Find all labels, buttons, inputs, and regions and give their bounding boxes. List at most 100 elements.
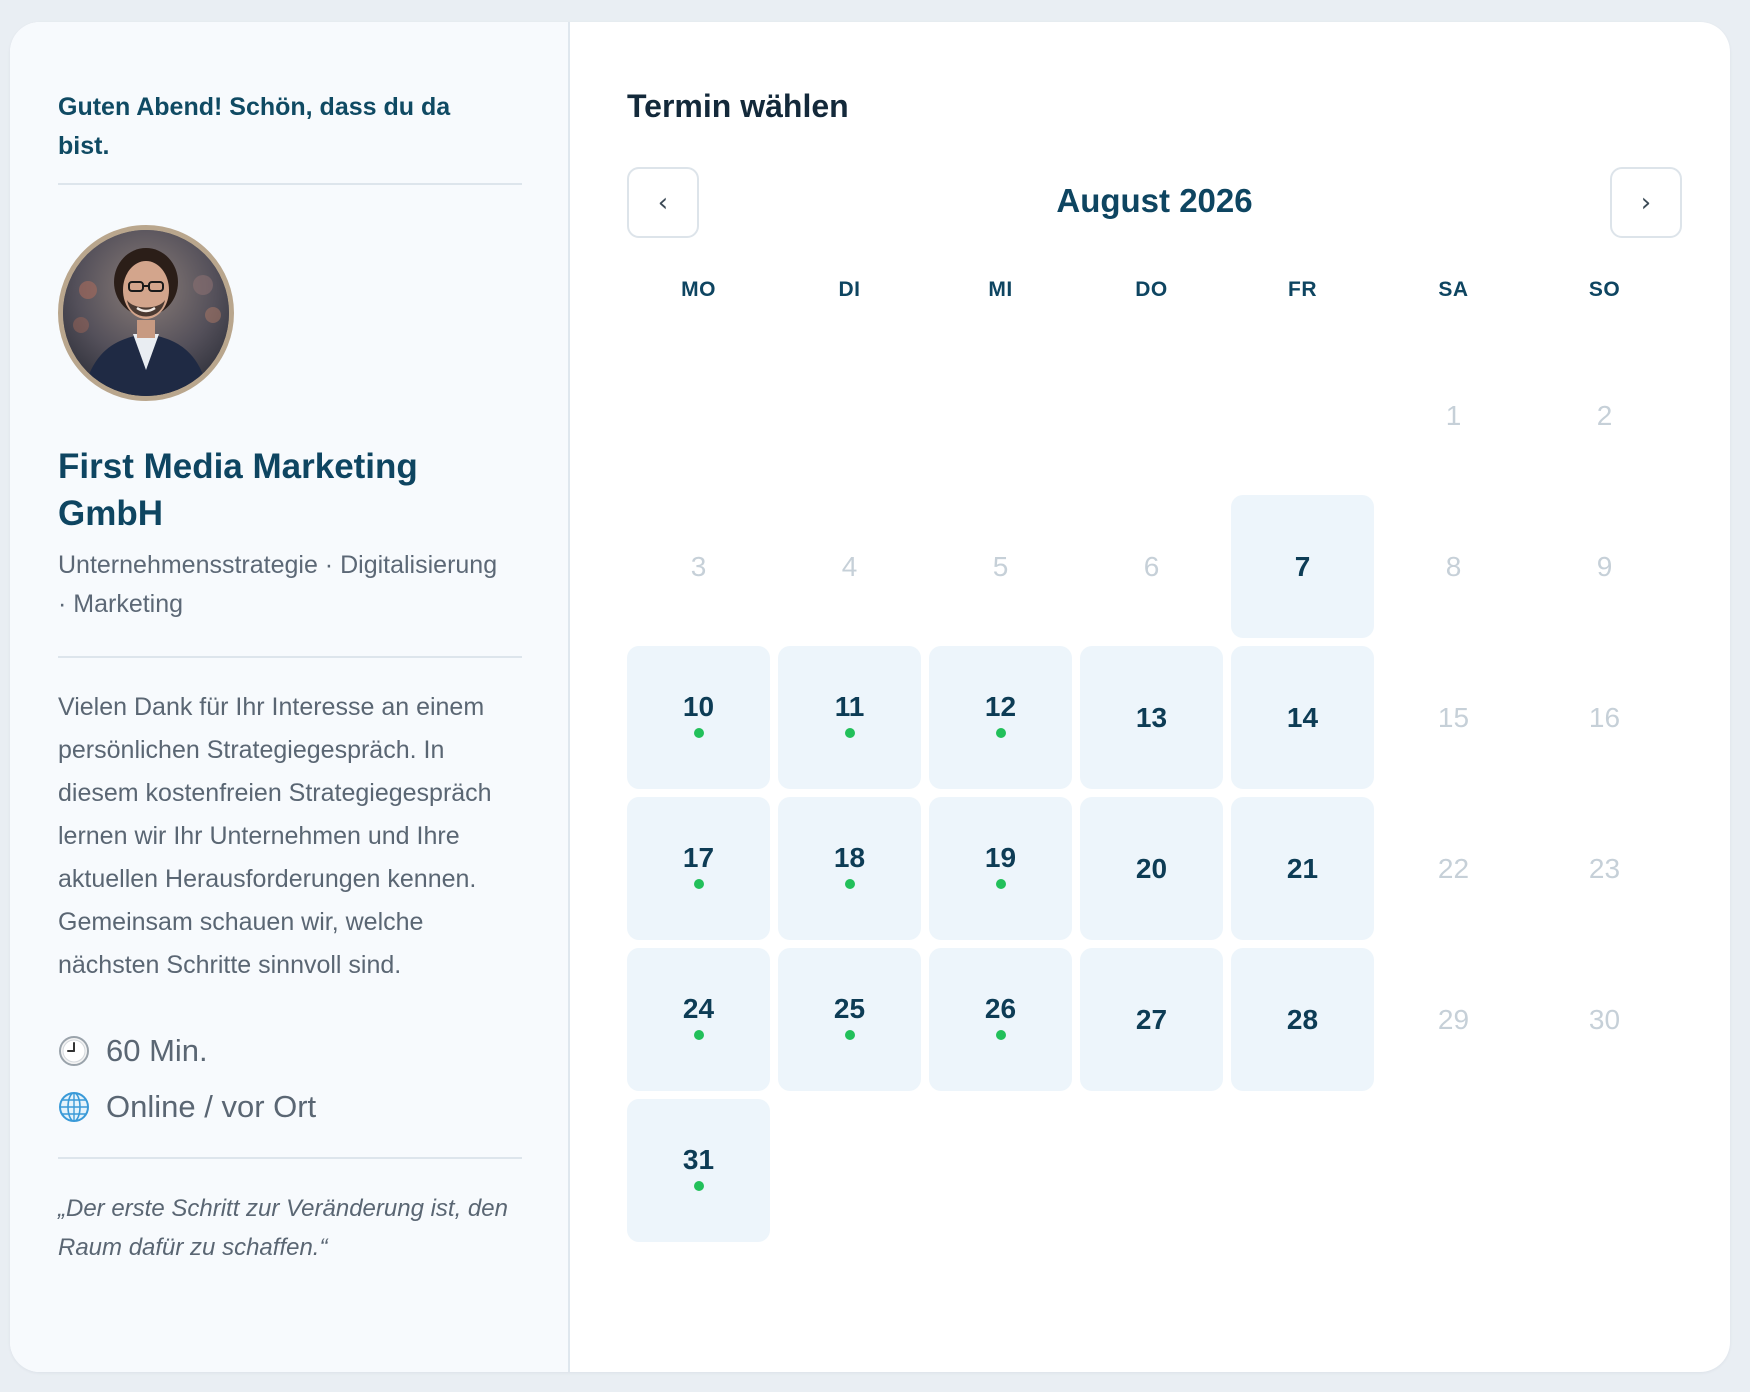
clock-icon <box>58 1035 90 1067</box>
company-name: First Media Marketing GmbH <box>58 447 418 533</box>
calendar-day-empty <box>778 344 921 487</box>
day-number: 17 <box>682 841 715 873</box>
day-number: 6 <box>1143 550 1160 582</box>
calendar-day-10[interactable]: 10 <box>627 646 770 789</box>
booking-card: Guten Abend! Schön, dass du da bist. Fir… <box>10 22 1730 1372</box>
day-number: 12 <box>984 690 1017 722</box>
location-value: Online / vor Ort <box>106 1089 317 1124</box>
calendar-day-16: 16 <box>1533 646 1676 789</box>
calendar-day-1: 1 <box>1382 344 1525 487</box>
next-month-button[interactable]: › <box>1610 167 1682 238</box>
day-number: 11 <box>834 690 865 722</box>
calendar-day-25[interactable]: 25 <box>778 948 921 1091</box>
day-number: 13 <box>1135 701 1168 733</box>
calendar-day-3: 3 <box>627 495 770 638</box>
availability-dot <box>844 1029 855 1040</box>
availability-dot <box>844 727 855 738</box>
section-title: Termin wählen <box>627 88 849 124</box>
day-number: 23 <box>1588 852 1621 884</box>
calendar-day-27[interactable]: 27 <box>1080 948 1223 1091</box>
day-number: 19 <box>984 841 1017 873</box>
calendar-day-4: 4 <box>778 495 921 638</box>
calendar-day-empty <box>929 344 1072 487</box>
calendar-day-29: 29 <box>1382 948 1525 1091</box>
calendar-day-12[interactable]: 12 <box>929 646 1072 789</box>
weekday-label: DI <box>838 278 861 301</box>
day-number: 20 <box>1135 852 1168 884</box>
day-number: 28 <box>1286 1003 1319 1035</box>
calendar-grid: 1 2 3 4 5 6 7 8 9 10 11 12 13 14 15 16 17 18 19 20 21 22 23 24 2… <box>627 344 1676 1242</box>
day-number: 27 <box>1135 1003 1168 1035</box>
calendar-day-8: 8 <box>1382 495 1525 638</box>
calendar-day-19[interactable]: 19 <box>929 797 1072 940</box>
availability-dot <box>995 727 1006 738</box>
weekday-label: SO <box>1588 278 1621 301</box>
day-number: 18 <box>833 841 866 873</box>
day-number: 21 <box>1286 852 1319 884</box>
calendar-day-empty <box>1231 344 1374 487</box>
day-number: 16 <box>1588 701 1621 733</box>
calendar-day-26[interactable]: 26 <box>929 948 1072 1091</box>
calendar-day-15: 15 <box>1382 646 1525 789</box>
calendar-day-13[interactable]: 13 <box>1080 646 1223 789</box>
availability-dot <box>995 878 1006 889</box>
divider <box>58 656 522 658</box>
meeting-meta: 60 Min. Online / vor Ort <box>58 1031 520 1127</box>
divider <box>58 183 522 185</box>
calendar-day-31[interactable]: 31 <box>627 1099 770 1242</box>
calendar-day-21[interactable]: 21 <box>1231 797 1374 940</box>
calendar-day-30: 30 <box>1533 948 1676 1091</box>
duration-row: 60 Min. <box>58 1031 520 1071</box>
day-number: 2 <box>1596 399 1613 431</box>
greeting-text: Guten Abend! Schön, dass du da bist. <box>58 93 451 160</box>
day-number: 8 <box>1445 550 1462 582</box>
calendar-day-14[interactable]: 14 <box>1231 646 1374 789</box>
globe-icon <box>58 1091 90 1123</box>
calendar-day-empty <box>627 344 770 487</box>
weekday-header: MO DI MI DO FR SA SO <box>627 278 1676 302</box>
day-number: 25 <box>833 992 866 1024</box>
service-tags: Unternehmensstrategie · Digitalisierung … <box>58 551 498 618</box>
calendar-day-2: 2 <box>1533 344 1676 487</box>
chevron-right-icon: › <box>1640 187 1652 218</box>
day-number: 7 <box>1294 550 1311 582</box>
day-number: 31 <box>682 1143 715 1175</box>
weekday-label: DO <box>1135 278 1168 301</box>
day-number: 3 <box>690 550 707 582</box>
day-number: 9 <box>1596 550 1613 582</box>
calendar-day-28[interactable]: 28 <box>1231 948 1374 1091</box>
month-label: August 2026 <box>1056 182 1253 219</box>
availability-dot <box>693 1029 704 1040</box>
calendar-day-5: 5 <box>929 495 1072 638</box>
availability-dot <box>693 878 704 889</box>
calendar-day-20[interactable]: 20 <box>1080 797 1223 940</box>
description-text: Vielen Dank für Ihr Interesse an einem p… <box>58 693 492 979</box>
weekday-label: MI <box>988 278 1013 301</box>
calendar-day-22: 22 <box>1382 797 1525 940</box>
calendar-day-11[interactable]: 11 <box>778 646 921 789</box>
day-number: 30 <box>1588 1003 1621 1035</box>
quote-text: „Der erste Schritt zur Veränderung ist, … <box>58 1195 508 1261</box>
day-number: 5 <box>992 550 1009 582</box>
calendar-day-24[interactable]: 24 <box>627 948 770 1091</box>
day-number: 14 <box>1286 701 1319 733</box>
day-number: 10 <box>682 690 715 722</box>
person-photo-icon <box>63 230 229 396</box>
profile-sidebar: Guten Abend! Schön, dass du da bist. Fir… <box>10 22 570 1372</box>
day-number: 1 <box>1445 399 1462 431</box>
calendar-day-6: 6 <box>1080 495 1223 638</box>
calendar-day-17[interactable]: 17 <box>627 797 770 940</box>
availability-dot <box>995 1029 1006 1040</box>
weekday-label: MO <box>681 278 716 301</box>
day-number: 22 <box>1437 852 1470 884</box>
calendar-day-7[interactable]: 7 <box>1231 495 1374 638</box>
calendar-day-9: 9 <box>1533 495 1676 638</box>
calendar-panel: Termin wählen ‹ August 2026 › MO DI MI DO FR… <box>570 22 1730 1372</box>
day-number: 29 <box>1437 1003 1470 1035</box>
day-number: 24 <box>682 992 715 1024</box>
calendar-day-23: 23 <box>1533 797 1676 940</box>
divider <box>58 1157 522 1159</box>
availability-dot <box>693 727 704 738</box>
day-number: 26 <box>984 992 1017 1024</box>
calendar-day-18[interactable]: 18 <box>778 797 921 940</box>
